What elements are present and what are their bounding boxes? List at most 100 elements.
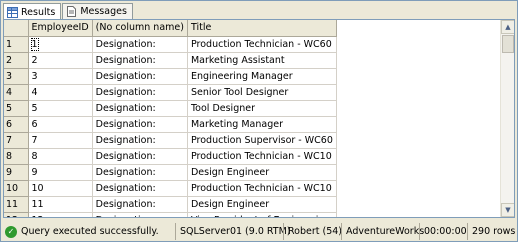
cell-no-column-name-text: Designation: <box>95 150 156 162</box>
cell-employeeid-text: 12 <box>32 215 44 218</box>
cell-employeeid[interactable]: 2 <box>28 52 93 69</box>
cell-employeeid[interactable]: 12 <box>28 212 93 218</box>
cell-employeeid[interactable]: 10 <box>28 180 93 197</box>
row-number[interactable]: 11 <box>4 196 29 213</box>
cell-title[interactable]: Engineering Manager <box>187 68 337 85</box>
cell-no-column-name-text: Designation: <box>95 54 156 66</box>
table-row[interactable]: 9 9 Designation: Design Engineer <box>4 164 337 181</box>
cell-no-column-name-text: Designation: <box>95 182 156 194</box>
cell-title[interactable]: Marketing Assistant <box>187 52 337 69</box>
table-row[interactable]: 10 10 Designation: Production Technician - … <box>4 180 337 197</box>
status-bar: ✓ Query executed successfully. SQLServer… <box>3 222 517 241</box>
cell-employeeid[interactable]: 11 <box>28 196 93 213</box>
row-number[interactable]: 5 <box>4 100 29 117</box>
row-number[interactable]: 1 <box>4 36 29 53</box>
header-row: EmployeeID (No column name) Title <box>4 20 337 37</box>
grid-corner[interactable] <box>4 20 29 37</box>
cell-employeeid-text: 9 <box>31 166 38 178</box>
cell-employeeid[interactable]: 1 <box>28 36 93 53</box>
cell-employeeid-text: 2 <box>31 54 38 66</box>
cell-employeeid-text: 1 <box>30 37 39 51</box>
cell-no-column-name[interactable]: Designation: <box>92 148 188 165</box>
cell-title[interactable]: Production Technician - WC60 <box>187 36 337 53</box>
table-row[interactable]: 3 3 Designation: Engineering Manager <box>4 68 337 85</box>
tab-messages-label: Messages <box>80 6 127 17</box>
cell-employeeid[interactable]: 9 <box>28 164 93 181</box>
cell-title-text: Engineering Manager <box>190 70 293 82</box>
cell-title[interactable]: Production Technician - WC10 <box>187 148 337 165</box>
table-row[interactable]: 2 2 Designation: Marketing Assistant <box>4 52 337 69</box>
row-number[interactable]: 9 <box>4 164 29 181</box>
cell-no-column-name-text: Designation: <box>95 134 156 146</box>
table-row[interactable]: 1 1 Designation: Production Technician - WC… <box>4 36 337 53</box>
cell-no-column-name-text: Designation: <box>95 118 156 130</box>
cell-no-column-name[interactable]: Designation: <box>92 36 188 53</box>
column-header-employeeid[interactable]: EmployeeID <box>28 20 93 37</box>
status-rows: 290 rows <box>467 223 515 240</box>
row-number[interactable]: 12 <box>4 212 29 217</box>
row-number[interactable]: 10 <box>4 180 29 197</box>
cell-no-column-name[interactable]: Designation: <box>92 100 188 117</box>
row-number[interactable]: 6 <box>4 116 29 133</box>
tab-results[interactable]: Results <box>3 3 62 20</box>
cell-title[interactable]: Design Engineer <box>187 196 337 213</box>
cell-no-column-name[interactable]: Designation: <box>92 212 188 217</box>
row-number[interactable]: 7 <box>4 132 29 149</box>
cell-title[interactable]: Marketing Manager <box>187 116 337 133</box>
column-header-title[interactable]: Title <box>187 20 337 37</box>
row-number[interactable]: 2 <box>4 52 29 69</box>
cell-no-column-name-text: Designation: <box>95 38 156 50</box>
cell-employeeid[interactable]: 6 <box>28 116 93 133</box>
cell-no-column-name[interactable]: Designation: <box>92 196 188 213</box>
table-row[interactable]: 8 8 Designation: Production Technician - WC… <box>4 148 337 165</box>
cell-title[interactable]: Vice President of Engineering <box>187 212 337 217</box>
table-row[interactable]: 6 6 Designation: Marketing Manager <box>4 116 337 133</box>
cell-no-column-name[interactable]: Designation: <box>92 132 188 149</box>
results-table: EmployeeID (No column name) Title 1 1 Desi… <box>4 20 337 218</box>
row-number-text: 3 <box>6 70 13 82</box>
cell-title-text: Design Engineer <box>190 166 270 178</box>
cell-title[interactable]: Tool Designer <box>187 100 337 117</box>
tab-messages[interactable]: Messages <box>62 3 133 19</box>
cell-employeeid-text: 3 <box>31 70 38 82</box>
cell-no-column-name[interactable]: Designation: <box>92 84 188 101</box>
table-row[interactable]: 11 11 Designation: Design Engineer <box>4 196 337 213</box>
table-row[interactable]: 7 7 Designation: Production Supervisor - WC… <box>4 132 337 149</box>
row-number[interactable]: 3 <box>4 68 29 85</box>
cell-employeeid[interactable]: 3 <box>28 68 93 85</box>
row-number-text: 5 <box>6 102 13 114</box>
status-user: Robert (54) <box>283 223 342 240</box>
cell-employeeid[interactable]: 4 <box>28 84 93 101</box>
cell-title[interactable]: Senior Tool Designer <box>187 84 337 101</box>
vertical-scrollbar[interactable]: ▲ ▼ <box>500 20 514 217</box>
scroll-up-icon[interactable]: ▲ <box>501 20 514 34</box>
cell-title-text: Marketing Assistant <box>190 54 285 66</box>
column-header-no-column-name[interactable]: (No column name) <box>92 20 188 37</box>
cell-title-text: Production Technician - WC60 <box>190 38 332 50</box>
cell-no-column-name[interactable]: Designation: <box>92 116 188 133</box>
cell-employeeid[interactable]: 8 <box>28 148 93 165</box>
results-grid[interactable]: EmployeeID (No column name) Title 1 1 Desi… <box>3 19 515 218</box>
table-row[interactable]: 12 12 Designation: Vice President of Engine… <box>4 212 337 218</box>
cell-no-column-name[interactable]: Designation: <box>92 68 188 85</box>
row-number[interactable]: 4 <box>4 84 29 101</box>
table-row[interactable]: 4 4 Designation: Senior Tool Designer <box>4 84 337 101</box>
table-row[interactable]: 5 5 Designation: Tool Designer <box>4 100 337 117</box>
cell-no-column-name[interactable]: Designation: <box>92 180 188 197</box>
cell-no-column-name[interactable]: Designation: <box>92 164 188 181</box>
cell-title[interactable]: Design Engineer <box>187 164 337 181</box>
row-number-text: 9 <box>6 166 13 178</box>
cell-employeeid[interactable]: 5 <box>28 100 93 117</box>
grid-icon <box>7 6 18 18</box>
row-number-text: 7 <box>6 134 13 146</box>
cell-title[interactable]: Production Supervisor - WC60 <box>187 132 337 149</box>
cell-employeeid-text: 6 <box>31 118 38 130</box>
cell-employeeid[interactable]: 7 <box>28 132 93 149</box>
row-number[interactable]: 8 <box>4 148 29 165</box>
cell-title[interactable]: Production Technician - WC10 <box>187 180 337 197</box>
scroll-down-icon[interactable]: ▼ <box>501 203 514 217</box>
cell-title-text: Senior Tool Designer <box>190 86 289 98</box>
scroll-thumb[interactable] <box>502 35 514 53</box>
results-tabbar: Results Messages <box>3 3 515 20</box>
cell-no-column-name[interactable]: Designation: <box>92 52 188 69</box>
